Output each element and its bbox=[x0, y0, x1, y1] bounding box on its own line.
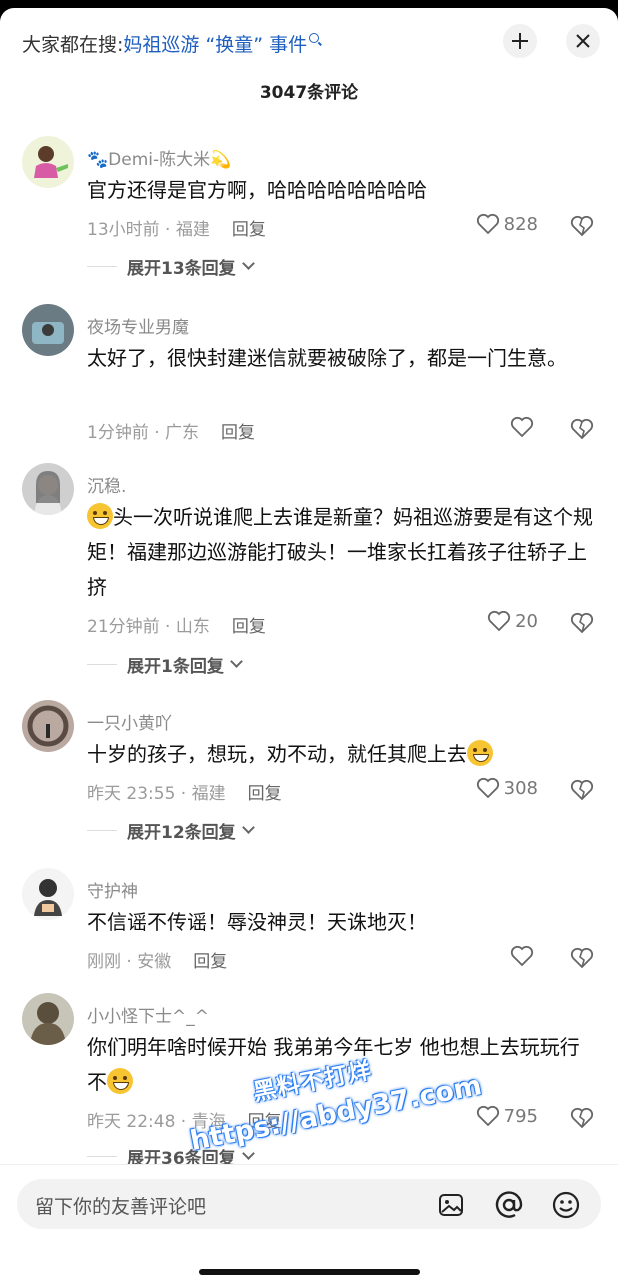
heart-icon bbox=[510, 416, 534, 438]
chevron-down-icon bbox=[241, 1147, 255, 1160]
comment-count: 3047条评论 bbox=[259, 83, 359, 103]
home-indicator[interactable] bbox=[199, 1269, 420, 1275]
dislike-button[interactable] bbox=[570, 612, 594, 638]
dislike-button[interactable] bbox=[570, 418, 594, 444]
collapse-button[interactable] bbox=[503, 24, 537, 58]
dislike-button[interactable] bbox=[570, 1107, 594, 1133]
reply-button[interactable]: 回复 bbox=[248, 784, 282, 804]
comment-sheet: 大家都在搜:妈祖巡游 “换童” 事件 3047条评论 🐾Demi-陈大米💫 官方… bbox=[0, 8, 618, 1280]
trending-label: 大家都在搜: bbox=[22, 34, 124, 56]
divider-line bbox=[87, 1156, 117, 1157]
heart-icon bbox=[510, 945, 534, 967]
like-count: 828 bbox=[503, 213, 538, 235]
avatar[interactable] bbox=[22, 868, 74, 920]
dislike-button[interactable] bbox=[570, 215, 594, 241]
expand-replies[interactable]: 展开12条回复 bbox=[87, 818, 255, 843]
heart-icon bbox=[476, 1105, 499, 1127]
chevron-down-icon bbox=[241, 257, 255, 270]
comment-text: 太好了，很快封建迷信就要被破除了，都是一门生意。 bbox=[87, 346, 567, 370]
comment-time-location: 昨天 23:55 · 福建 bbox=[87, 784, 226, 804]
broken-heart-icon bbox=[570, 779, 594, 801]
expand-label: 展开13条回复 bbox=[127, 259, 236, 279]
like-button[interactable]: 828 bbox=[476, 213, 538, 235]
top-bar: 大家都在搜:妈祖巡游 “换童” 事件 bbox=[0, 8, 618, 72]
comment-text: 头一次听说谁爬上去谁是新童？妈祖巡游要是有这个规矩！福建那边巡游能打破头！一堆家… bbox=[87, 503, 593, 599]
expand-label: 展开1条回复 bbox=[127, 657, 224, 677]
username[interactable]: 🐾Demi-陈大米💫 bbox=[87, 145, 231, 170]
username[interactable]: 小小怪下士^_^ bbox=[87, 1002, 209, 1027]
comment-text: 官方还得是官方啊，哈哈哈哈哈哈哈哈 bbox=[87, 178, 427, 202]
comment-text: 十岁的孩子，想玩，劝不动，就任其爬上去 bbox=[87, 737, 597, 772]
comment-time-location: 刚刚 · 安徽 bbox=[87, 952, 172, 972]
at-icon[interactable] bbox=[494, 1190, 524, 1220]
comment-input[interactable]: 留下你的友善评论吧 bbox=[17, 1179, 601, 1229]
avatar[interactable] bbox=[22, 136, 74, 188]
like-count: 308 bbox=[503, 777, 538, 799]
emoji-icon[interactable] bbox=[551, 1190, 581, 1220]
divider-line bbox=[87, 664, 117, 665]
avatar[interactable] bbox=[22, 700, 74, 752]
grin-emoji-icon bbox=[87, 503, 113, 529]
broken-heart-icon bbox=[570, 947, 594, 969]
like-button[interactable] bbox=[510, 416, 538, 438]
chevron-down-icon bbox=[229, 655, 243, 668]
divider-line bbox=[87, 830, 117, 831]
like-count: 20 bbox=[515, 610, 538, 632]
dislike-button[interactable] bbox=[570, 947, 594, 973]
heart-icon bbox=[476, 777, 499, 799]
avatar[interactable] bbox=[22, 993, 74, 1045]
collapse-icon bbox=[512, 33, 528, 49]
broken-heart-icon bbox=[570, 612, 594, 634]
like-count: 795 bbox=[503, 1105, 538, 1127]
close-icon bbox=[576, 34, 590, 48]
comment-time-location: 21分钟前 · 山东 bbox=[87, 617, 210, 637]
username[interactable]: 一只小黄吖 bbox=[87, 709, 172, 734]
username[interactable]: 夜场专业男魔 bbox=[87, 313, 189, 338]
trending-search[interactable]: 大家都在搜:妈祖巡游 “换童” 事件 bbox=[22, 30, 320, 57]
reply-button[interactable]: 回复 bbox=[232, 617, 266, 637]
divider-line bbox=[87, 266, 117, 267]
username[interactable]: 守护神 bbox=[87, 877, 138, 902]
expand-replies[interactable]: 展开1条回复 bbox=[87, 652, 243, 677]
expand-replies[interactable]: 展开13条回复 bbox=[87, 254, 255, 279]
like-button[interactable]: 308 bbox=[476, 777, 538, 799]
like-button[interactable]: 795 bbox=[476, 1105, 538, 1127]
reply-button[interactable]: 回复 bbox=[232, 220, 266, 240]
smile-emoji-icon bbox=[467, 740, 493, 766]
reply-button[interactable]: 回复 bbox=[221, 423, 255, 443]
avatar[interactable] bbox=[22, 463, 74, 515]
expand-label: 展开12条回复 bbox=[127, 823, 236, 843]
like-button[interactable]: 20 bbox=[487, 610, 538, 632]
heart-icon bbox=[476, 213, 499, 235]
thinking-emoji-icon bbox=[107, 1068, 133, 1094]
reply-button[interactable]: 回复 bbox=[193, 952, 227, 972]
username[interactable]: 沉稳. bbox=[87, 472, 126, 497]
avatar[interactable] bbox=[22, 304, 74, 356]
dislike-button[interactable] bbox=[570, 779, 594, 805]
chevron-down-icon bbox=[241, 821, 255, 834]
search-icon bbox=[309, 33, 320, 43]
heart-icon bbox=[488, 610, 511, 632]
comment-text: 不信谣不传谣！辱没神灵！天诛地灭！ bbox=[87, 910, 427, 934]
close-button[interactable] bbox=[566, 24, 600, 58]
comment-input-placeholder: 留下你的友善评论吧 bbox=[35, 1196, 207, 1218]
comment-time-location: 1分钟前 · 广东 bbox=[87, 423, 200, 443]
like-button[interactable] bbox=[510, 945, 538, 967]
broken-heart-icon bbox=[570, 418, 594, 440]
trending-query[interactable]: 妈祖巡游 “换童” 事件 bbox=[123, 34, 307, 56]
comment-composer: 留下你的友善评论吧 bbox=[0, 1164, 618, 1280]
broken-heart-icon bbox=[570, 215, 594, 237]
image-icon[interactable] bbox=[437, 1191, 465, 1219]
comment-time-location: 13小时前 · 福建 bbox=[87, 220, 210, 240]
broken-heart-icon bbox=[570, 1107, 594, 1129]
